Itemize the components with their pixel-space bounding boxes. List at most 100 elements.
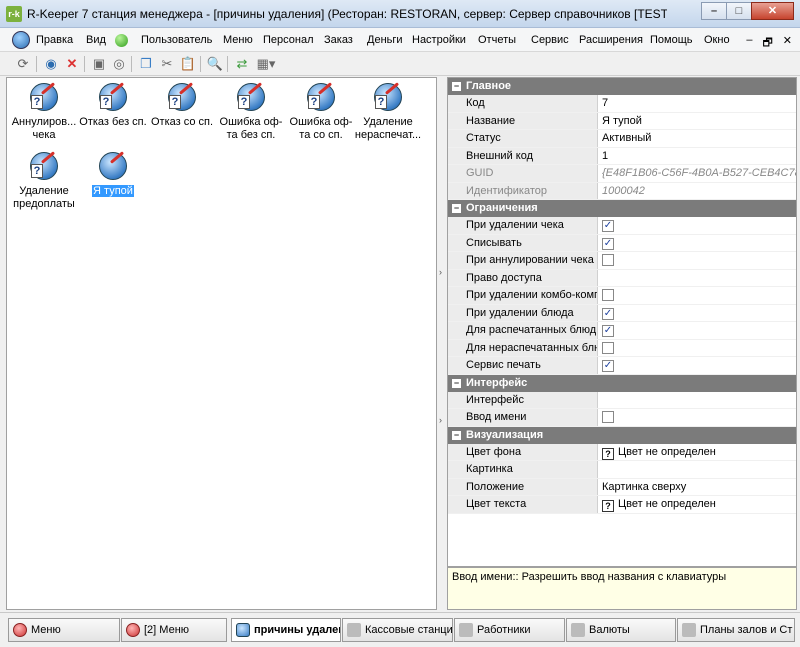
items-view[interactable]: ? Аннулиров... чека ? Отказ без сп. ? От…	[6, 77, 437, 610]
section-interface[interactable]: − Интерфейс	[448, 374, 796, 392]
collapse-icon[interactable]: −	[452, 430, 461, 440]
menu-bar: Правка Вид Пользователь Меню Персонал За…	[0, 28, 800, 52]
tab-cash-stations[interactable]: Кассовые станци	[342, 618, 453, 642]
menu-order[interactable]: Заказ	[324, 34, 353, 46]
checkbox[interactable]	[602, 341, 614, 354]
prop-row-printed-dishes[interactable]: Для распечатанных блюд ✓	[448, 322, 796, 340]
list-item[interactable]: ? Отказ со сп.	[147, 81, 217, 129]
tree-icon[interactable]: ⇄	[233, 55, 251, 73]
checkbox[interactable]: ✓	[602, 360, 614, 372]
prop-row-position[interactable]: Положение Картинка сверху	[448, 478, 796, 496]
prop-row-code[interactable]: Код 7	[448, 95, 796, 113]
chevron-right-icon[interactable]: ›	[439, 267, 445, 279]
chevron-right-icon[interactable]: ›	[439, 415, 445, 427]
tab-delete-reasons[interactable]: причины удален	[231, 618, 341, 642]
list-item[interactable]: ? Удаление нераспечат...	[353, 81, 423, 142]
window-title: R-Keeper 7 станция менеджера - [причины …	[27, 7, 667, 21]
checkbox[interactable]	[602, 411, 614, 423]
prop-row-on-check-cancel[interactable]: При аннулировании чека	[448, 252, 796, 270]
checkbox[interactable]: ✓	[602, 307, 614, 320]
prop-row-on-check-delete[interactable]: При удалении чека ✓	[448, 217, 796, 235]
list-item[interactable]: ? Отказ без сп.	[78, 81, 148, 129]
menu-service[interactable]: Сервис	[531, 34, 569, 46]
tab-currencies[interactable]: Валюты	[566, 618, 676, 642]
list-item[interactable]: ? Аннулиров... чека	[9, 81, 79, 142]
prop-row-service-print[interactable]: Сервис печать ✓	[448, 357, 796, 375]
menu-window[interactable]: Окно	[704, 34, 730, 46]
minimize-button[interactable]: –	[701, 2, 727, 20]
checkbox[interactable]: ✓	[602, 220, 614, 232]
menu-edit[interactable]: Правка	[36, 34, 73, 46]
app-icon: r-k	[6, 6, 22, 22]
list-item[interactable]: ? Ошибка оф-та со сп.	[286, 81, 356, 142]
tab-employees[interactable]: Работники	[454, 618, 565, 642]
maximize-button[interactable]: □	[726, 2, 752, 20]
cut-icon[interactable]: ✂	[158, 55, 176, 73]
tab-hall-plans[interactable]: Планы залов и Ст	[677, 618, 795, 642]
list-item[interactable]: ? Удаление предоплаты	[9, 150, 79, 211]
prop-row-name[interactable]: Название Я тупой	[448, 112, 796, 130]
toolbar: ⟳ ◉ ✕ ▣ ◎ ❐ ✂ 📋 🔍 ⇄ ▦▾	[0, 52, 800, 76]
menu-menu[interactable]: Меню	[223, 34, 253, 46]
prop-row-bg-color[interactable]: Цвет фона? Цвет не определен	[448, 443, 796, 461]
menu-help[interactable]: Помощь	[650, 34, 693, 46]
prop-row-write-off[interactable]: Списывать ✓	[448, 234, 796, 252]
delete-icon[interactable]: ✕	[63, 55, 81, 73]
menu-money[interactable]: Деньги	[367, 34, 403, 46]
checkbox[interactable]: ✓	[602, 325, 614, 337]
menu-reports[interactable]: Отчеты	[478, 34, 516, 46]
refresh-icon[interactable]: ⟳	[14, 55, 32, 73]
menu-icon	[13, 623, 27, 637]
collapse-icon[interactable]: −	[452, 204, 461, 213]
new-item-icon[interactable]: ◉	[42, 55, 60, 73]
checkbox[interactable]	[602, 289, 614, 301]
prop-row-interface[interactable]: Интерфейс	[448, 391, 796, 409]
section-visual[interactable]: − Визуализация	[448, 426, 796, 444]
close-button[interactable]: ✕	[751, 2, 794, 20]
system-menu-icon[interactable]	[12, 31, 30, 49]
paste-icon[interactable]: 📋	[179, 55, 197, 73]
section-limits[interactable]: − Ограничения	[448, 200, 796, 217]
tab-menu-2[interactable]: [2] Меню	[121, 618, 227, 642]
checkbox[interactable]: ✓	[602, 237, 614, 250]
mdi-restore-button[interactable]: 🗗	[762, 34, 772, 53]
checkbox[interactable]	[602, 254, 614, 266]
section-main[interactable]: − Главное	[448, 78, 796, 95]
mdi-close-button[interactable]: ✕	[783, 34, 792, 53]
prop-row-status[interactable]: Статус Активный	[448, 130, 796, 148]
collapse-icon[interactable]: −	[452, 378, 461, 388]
menu-personnel[interactable]: Персонал	[263, 34, 314, 46]
menu-user[interactable]: Пользователь	[141, 34, 212, 46]
cancel-icon[interactable]: ◎	[110, 55, 128, 73]
menu-settings[interactable]: Настройки	[412, 34, 466, 46]
prop-row-external-code[interactable]: Внешний код 1	[448, 147, 796, 165]
prop-row-picture[interactable]: Картинка	[448, 461, 796, 479]
collapse-icon[interactable]: −	[452, 82, 461, 91]
mdi-minimize-button[interactable]: –	[746, 34, 752, 53]
delete-reason-icon: ?	[97, 81, 129, 113]
menu-extensions[interactable]: Расширения	[579, 34, 643, 46]
pane-splitter[interactable]: › ›	[438, 77, 446, 610]
toolbar-separator	[200, 56, 201, 72]
prop-row-access-right[interactable]: Право доступа	[448, 269, 796, 287]
color-swatch-icon: ?	[602, 447, 614, 460]
list-item[interactable]: ? Ошибка оф-та без сп.	[216, 81, 286, 142]
prop-row-on-dish-delete[interactable]: При удалении блюда ✓	[448, 304, 796, 322]
item-label: Отказ без сп.	[79, 116, 147, 128]
menu-view[interactable]: Вид	[86, 34, 106, 46]
delete-reason-icon: ?	[28, 150, 60, 182]
view-mode-icon[interactable]: ▦▾	[254, 55, 278, 73]
prop-row-unprinted-dishes[interactable]: Для нераспечатанных блюд	[448, 339, 796, 357]
save-icon[interactable]: ▣	[90, 55, 108, 73]
prop-row-name-input[interactable]: Ввод имени	[448, 409, 796, 427]
copy-icon[interactable]: ❐	[137, 55, 155, 73]
employee-icon	[459, 623, 473, 637]
find-icon[interactable]: 🔍	[206, 55, 224, 73]
mdi-controls: – 🗗 ✕	[746, 34, 792, 53]
prop-row-text-color[interactable]: Цвет текста? Цвет не определен	[448, 496, 796, 514]
item-label: Удаление нераспечат...	[354, 116, 422, 141]
list-item-selected[interactable]: Я тупой	[78, 150, 148, 198]
item-label: Ошибка оф-та без сп.	[219, 116, 283, 141]
prop-row-on-combo-delete[interactable]: При удалении комбо-компо	[448, 287, 796, 305]
tab-menu[interactable]: Меню	[8, 618, 120, 642]
